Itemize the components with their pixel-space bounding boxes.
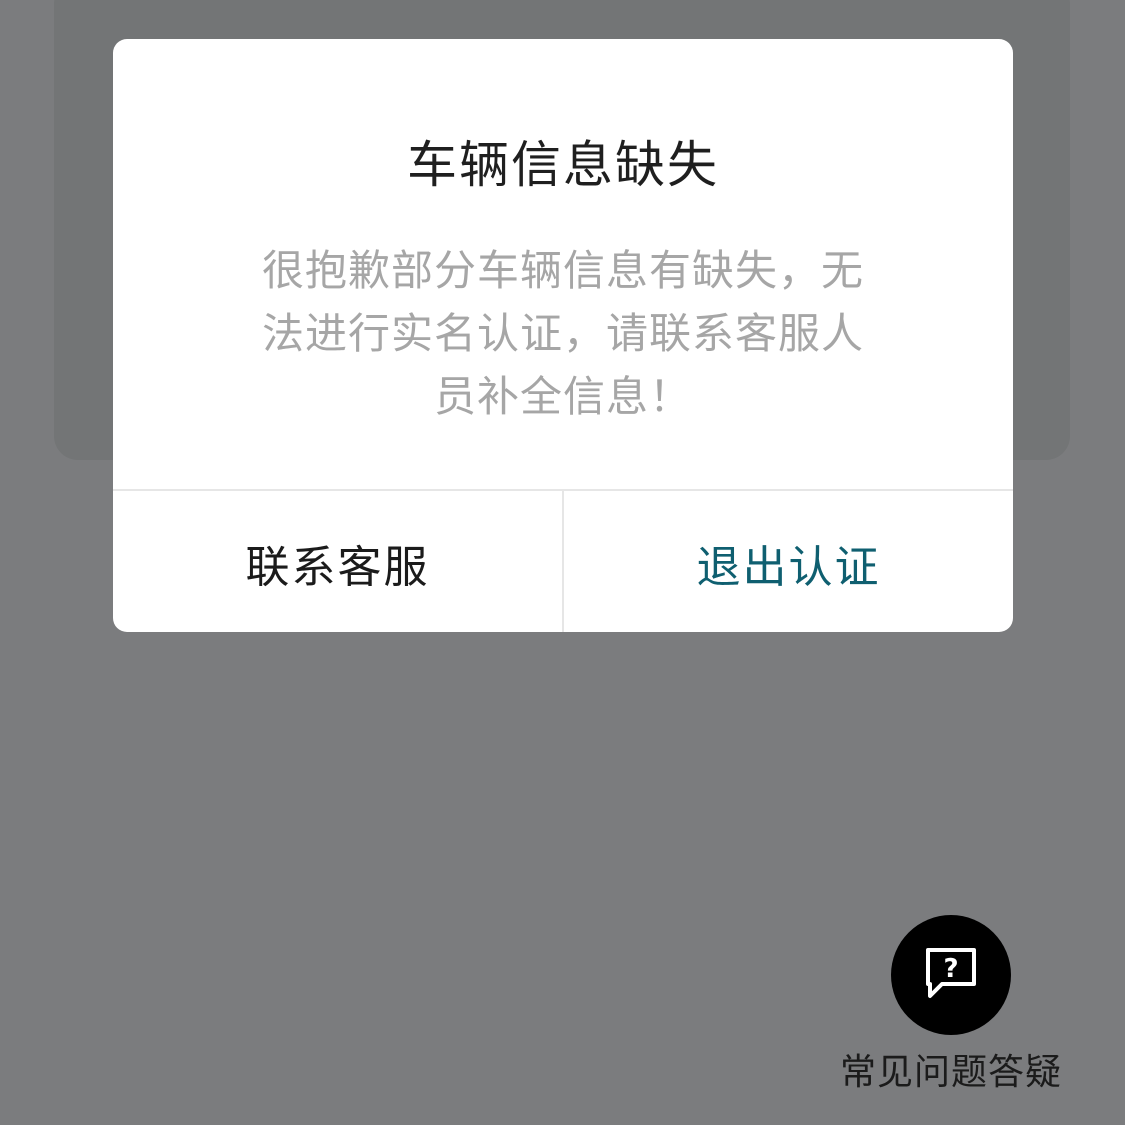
contact-support-button[interactable]: 联系客服 (113, 491, 564, 632)
svg-text:?: ? (943, 954, 958, 984)
faq-label[interactable]: 常见问题答疑 (820, 1048, 1082, 1098)
vehicle-info-missing-dialog: 车辆信息缺失 很抱歉部分车辆信息有缺失，无 法进行实名认证，请联系客服人 员补全… (113, 39, 1013, 632)
dialog-actions: 联系客服 退出认证 (113, 489, 1013, 632)
dialog-message-line: 员补全信息！ (433, 372, 692, 421)
exit-verification-button[interactable]: 退出认证 (564, 491, 1013, 632)
dialog-message: 很抱歉部分车辆信息有缺失，无 法进行实名认证，请联系客服人 员补全信息！ (243, 239, 883, 428)
dialog-message-line: 很抱歉部分车辆信息有缺失，无 (261, 246, 864, 295)
question-chat-icon: ? (922, 944, 980, 1006)
dialog-title: 车辆信息缺失 (407, 136, 719, 194)
dialog-message-line: 法进行实名认证，请联系客服人 (261, 309, 864, 358)
faq-button[interactable]: ? (891, 915, 1011, 1035)
